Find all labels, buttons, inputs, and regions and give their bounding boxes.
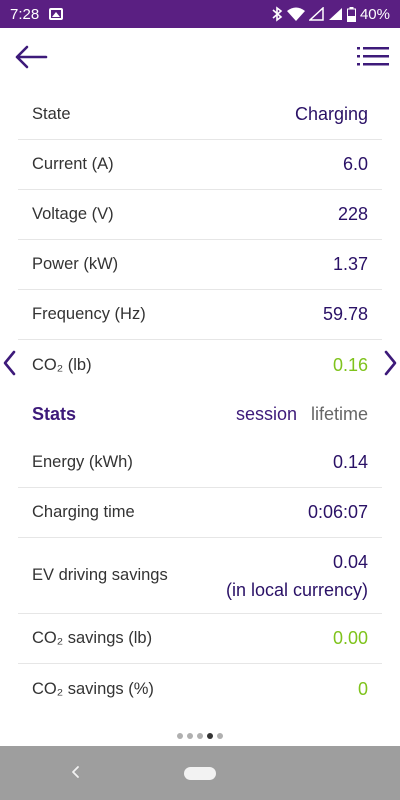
reading-label: Voltage (V) xyxy=(32,205,114,223)
stats-label: CO₂ savings (%) xyxy=(32,679,154,698)
app-bar xyxy=(0,28,400,88)
reading-row-co2: CO₂ (lb) 0.16 xyxy=(18,340,382,390)
system-home-button[interactable] xyxy=(184,767,216,780)
stats-row-charging-time: Charging time 0:06:07 xyxy=(18,488,382,538)
stats-label: EV driving savings xyxy=(32,566,168,584)
stats-value-amount: 0.04 xyxy=(332,551,368,572)
page-dot xyxy=(177,733,183,739)
chevron-left-icon xyxy=(72,766,79,778)
cell-signal-2-icon xyxy=(328,8,342,20)
stats-value-currency-note: (in local currency) xyxy=(225,579,368,600)
battery-percent: 40% xyxy=(359,5,390,23)
reading-label: Power (kW) xyxy=(32,255,119,273)
chevron-right-icon xyxy=(384,350,397,376)
image-notification-icon xyxy=(49,8,64,20)
charger-details: State Charging Current (A) 6.0 Voltage (… xyxy=(18,90,382,714)
reading-label: Current (A) xyxy=(32,155,114,173)
reading-label: State xyxy=(32,105,71,123)
back-arrow-icon xyxy=(15,45,48,69)
reading-value: 59.78 xyxy=(322,304,368,324)
stats-title: Stats xyxy=(32,403,77,424)
stats-row-co2-savings-pct: CO₂ savings (%) 0 xyxy=(18,664,382,714)
chevron-left-icon xyxy=(3,350,16,376)
system-nav-bar xyxy=(0,746,400,800)
reading-value: 228 xyxy=(337,204,368,224)
stats-row-energy: Energy (kWh) 0.14 xyxy=(18,438,382,488)
page-indicator xyxy=(0,733,400,739)
battery-icon xyxy=(346,6,356,22)
reading-row-power: Power (kW) 1.37 xyxy=(18,240,382,290)
next-page-button[interactable] xyxy=(380,346,400,380)
reading-row-frequency: Frequency (Hz) 59.78 xyxy=(18,290,382,340)
reading-value: 1.37 xyxy=(332,254,368,274)
reading-row-current: Current (A) 6.0 xyxy=(18,140,382,190)
reading-value: 6.0 xyxy=(342,154,368,174)
page-dot xyxy=(187,733,193,739)
reading-row-voltage: Voltage (V) 228 xyxy=(18,190,382,240)
status-bar: 7:28 40% xyxy=(0,0,400,28)
reading-value: Charging xyxy=(294,104,368,124)
back-button[interactable] xyxy=(14,44,48,70)
wifi-icon xyxy=(286,7,305,21)
stats-label: CO₂ savings (lb) xyxy=(32,629,153,647)
stats-value: 0 xyxy=(357,678,368,699)
reading-value: 0.16 xyxy=(332,354,368,375)
page-dot xyxy=(217,733,223,739)
stats-row-co2-savings-lb: CO₂ savings (lb) 0.00 xyxy=(18,614,382,664)
list-menu-icon xyxy=(357,47,389,66)
stats-tabs: session lifetime xyxy=(236,404,368,425)
stats-value: 0:06:07 xyxy=(307,502,368,522)
system-back-button[interactable] xyxy=(68,762,88,782)
stats-value: 0.04 (in local currency) xyxy=(226,548,368,604)
status-icons: 40% xyxy=(271,6,390,23)
page-dot-active xyxy=(207,733,213,739)
status-time: 7:28 xyxy=(10,5,40,23)
tab-session[interactable]: session xyxy=(236,404,297,425)
reading-label: CO₂ (lb) xyxy=(32,355,92,374)
previous-page-button[interactable] xyxy=(0,346,20,380)
tab-lifetime[interactable]: lifetime xyxy=(311,404,368,425)
cell-signal-icon xyxy=(308,7,324,21)
stats-label: Energy (kWh) xyxy=(32,453,133,471)
stats-row-ev-savings: EV driving savings 0.04 (in local curren… xyxy=(18,538,382,614)
reading-label: Frequency (Hz) xyxy=(32,305,146,323)
stats-header: Stats session lifetime xyxy=(18,390,382,438)
stats-value: 0.14 xyxy=(332,452,368,472)
stats-value: 0.00 xyxy=(332,628,368,648)
menu-button[interactable] xyxy=(356,44,390,70)
reading-row-state: State Charging xyxy=(18,90,382,140)
page-dot xyxy=(197,733,203,739)
bluetooth-icon xyxy=(272,6,283,22)
stats-label: Charging time xyxy=(32,503,135,521)
